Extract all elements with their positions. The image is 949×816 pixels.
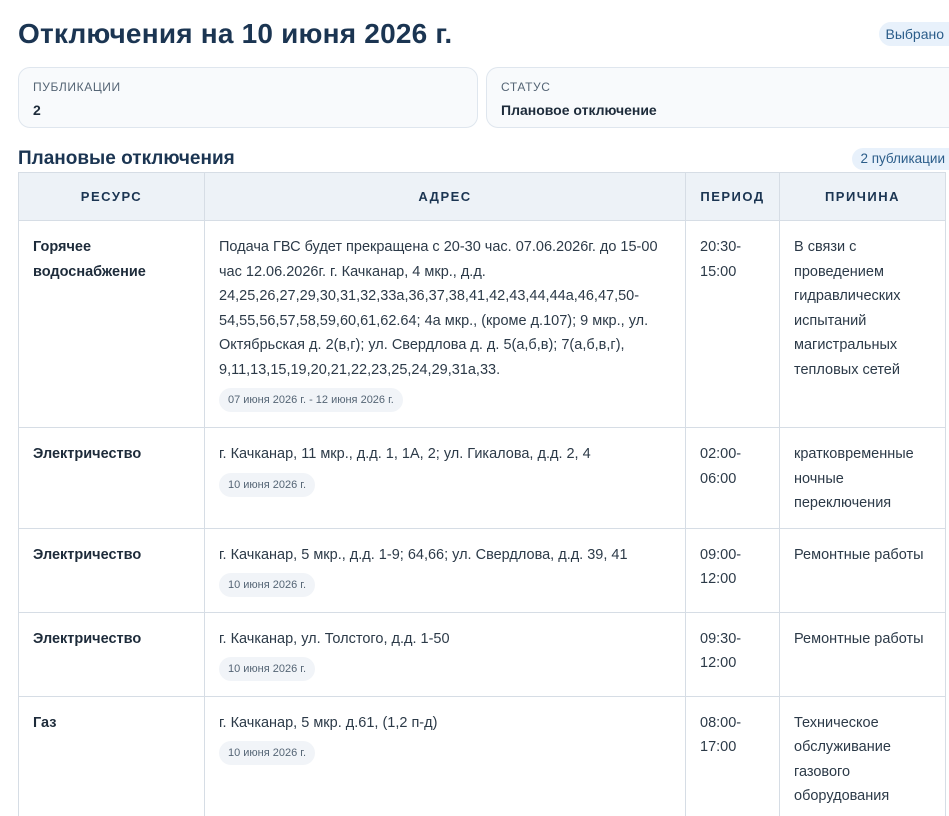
date-range-chip: 10 июня 2026 г. <box>219 573 316 597</box>
outages-table-wrapper: РЕСУРС АДРЕС ПЕРИОД ПРИЧИНА Горячее водо… <box>18 172 949 816</box>
cell-period: 09:30-12:00 <box>685 611 780 697</box>
date-range-chip: 07 июня 2026 г. - 12 июня 2026 г. <box>219 388 403 412</box>
section-header: Плановые отключения 2 публикации <box>18 148 949 172</box>
address-text: г. Качканар, ул. Толстого, д.д. 1-50 <box>219 630 450 647</box>
column-header-address: АДРЕС <box>204 172 686 221</box>
address-text: г. Качканар, 5 мкр. д.61, (1,2 п-д) <box>219 714 438 731</box>
cell-period: 20:30-15:00 <box>685 220 780 428</box>
status-value: Плановое отключение <box>501 102 657 118</box>
table-row: Газ г. Качканар, 5 мкр. д.61, (1,2 п-д) … <box>18 695 946 816</box>
publications-count-badge[interactable]: 2 публикации <box>852 148 949 170</box>
table-row: Электричество г. Качканар, 11 мкр., д.д.… <box>18 427 946 529</box>
cell-reason: В связи с проведением гидравлических исп… <box>779 220 946 428</box>
date-range-chip: 10 июня 2026 г. <box>219 657 316 681</box>
cell-period: 09:00-12:00 <box>685 527 780 613</box>
date-range-chip: 10 июня 2026 г. <box>219 472 316 497</box>
summary-cards: ПУБЛИКАЦИИ 2 СТАТУС Плановое отключение <box>18 67 949 130</box>
cell-address: г. Качканар, 5 мкр., д.д. 1-9; 64,66; ул… <box>204 527 686 613</box>
cell-reason: Ремонтные работы <box>779 527 946 613</box>
cell-address: г. Качканар, 5 мкр. д.61, (1,2 п-д) 10 и… <box>204 695 686 816</box>
cell-resource: Электричество <box>18 611 205 697</box>
page-header: Отключения на 10 июня 2026 г. Выбрано <box>18 14 949 58</box>
selected-badge[interactable]: Выбрано <box>879 22 949 46</box>
cell-period: 02:00-06:00 <box>685 427 780 529</box>
table-row: Горячее водоснабжение Подача ГВС будет п… <box>18 220 946 428</box>
column-header-period: ПЕРИОД <box>685 172 780 221</box>
address-text: г. Качканар, 11 мкр., д.д. 1, 1А, 2; ул.… <box>219 446 591 462</box>
publications-label: ПУБЛИКАЦИИ <box>33 80 121 94</box>
status-card: СТАТУС Плановое отключение <box>486 67 949 128</box>
cell-reason: кратковременные ночные переключения <box>779 427 946 529</box>
cell-resource: Электричество <box>18 527 205 613</box>
address-text: Подача ГВС будет прекращена с 20-30 час.… <box>219 239 658 378</box>
table-header-row: РЕСУРС АДРЕС ПЕРИОД ПРИЧИНА <box>18 172 946 221</box>
publications-value: 2 <box>33 102 41 118</box>
cell-address: Подача ГВС будет прекращена с 20-30 час.… <box>204 220 686 428</box>
publications-card: ПУБЛИКАЦИИ 2 <box>18 67 478 128</box>
page-title: Отключения на 10 июня 2026 г. <box>18 18 453 49</box>
outages-table: РЕСУРС АДРЕС ПЕРИОД ПРИЧИНА Горячее водо… <box>18 172 946 816</box>
table-row: Электричество г. Качканар, 5 мкр., д.д. … <box>18 527 946 613</box>
date-range-chip: 10 июня 2026 г. <box>219 741 316 765</box>
cell-period: 08:00-17:00 <box>685 695 780 816</box>
section-title: Плановые отключения <box>18 148 235 169</box>
status-label: СТАТУС <box>501 80 551 94</box>
column-header-resource: РЕСУРС <box>18 172 205 221</box>
address-text: г. Качканар, 5 мкр., д.д. 1-9; 64,66; ул… <box>219 546 628 563</box>
table-row: Электричество г. Качканар, ул. Толстого,… <box>18 611 946 697</box>
outages-page: Отключения на 10 июня 2026 г. Выбрано ПУ… <box>0 0 949 816</box>
column-header-reason: ПРИЧИНА <box>779 172 946 221</box>
cell-reason: Техническое обслуживание газового оборуд… <box>779 695 946 816</box>
cell-reason: Ремонтные работы <box>779 611 946 697</box>
cell-resource: Газ <box>18 695 205 816</box>
cell-resource: Горячее водоснабжение <box>18 220 205 428</box>
cell-address: г. Качканар, ул. Толстого, д.д. 1-50 10 … <box>204 611 686 697</box>
cell-resource: Электричество <box>18 427 205 529</box>
cell-address: г. Качканар, 11 мкр., д.д. 1, 1А, 2; ул.… <box>204 427 686 529</box>
